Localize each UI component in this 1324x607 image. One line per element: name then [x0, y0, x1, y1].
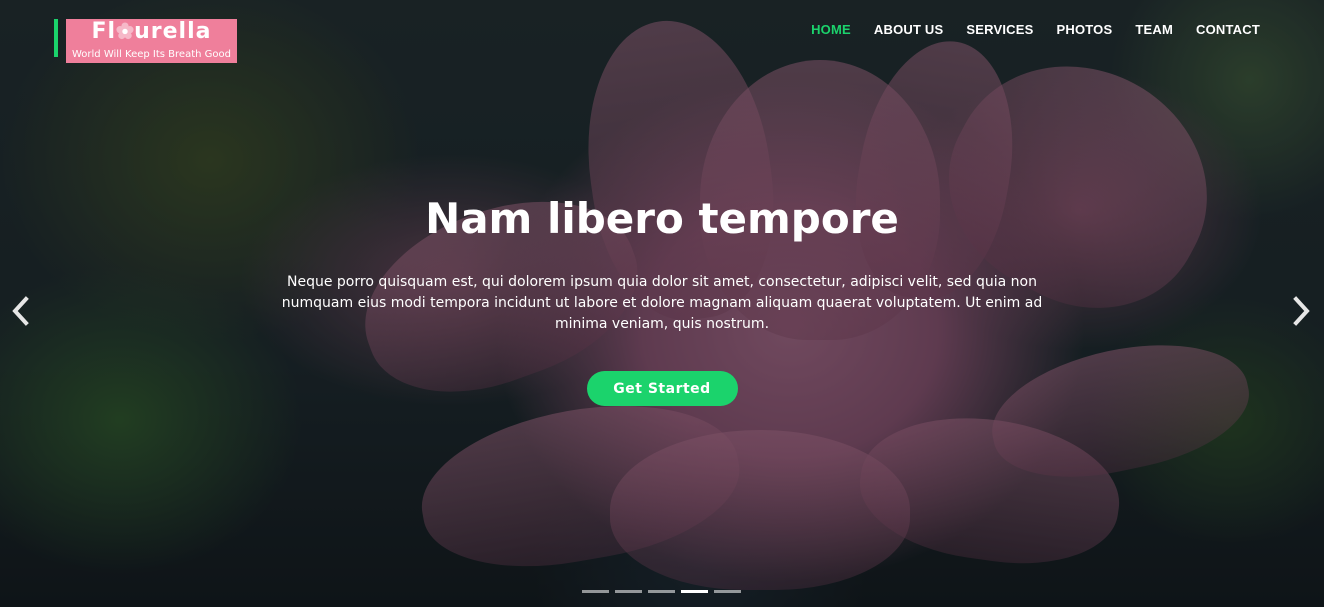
nav-item-photos[interactable]: PHOTOS: [1057, 22, 1113, 37]
nav-item-services[interactable]: SERVICES: [966, 22, 1033, 37]
chevron-right-icon: [1293, 296, 1310, 326]
nav-item-team[interactable]: TEAM: [1135, 22, 1173, 37]
carousel-prev-button[interactable]: [6, 294, 36, 328]
nav-item-about-us[interactable]: ABOUT US: [874, 22, 944, 37]
main-nav: HOME ABOUT US SERVICES PHOTOS TEAM CONTA…: [811, 22, 1260, 37]
carousel-indicator-3[interactable]: [648, 590, 675, 593]
carousel-indicator-2[interactable]: [615, 590, 642, 593]
logo-accent-bar: [54, 19, 58, 57]
site-header: Fl urella World Will Keep Its Breath Goo…: [0, 0, 1324, 70]
carousel-indicator-1[interactable]: [582, 590, 609, 593]
nav-item-home[interactable]: HOME: [811, 22, 851, 37]
get-started-button[interactable]: Get Started: [586, 371, 738, 406]
brand-logo[interactable]: Fl urella World Will Keep Its Breath Goo…: [66, 19, 237, 63]
hero-carousel: Fl urella World Will Keep Its Breath Goo…: [0, 0, 1324, 607]
hero-paragraph: Neque porro quisquam est, qui dolorem ip…: [281, 274, 1043, 332]
flower-icon: [116, 22, 134, 40]
chevron-left-icon: [12, 296, 29, 326]
nav-item-contact[interactable]: CONTACT: [1196, 22, 1260, 37]
hero-headline: Nam libero tempore: [425, 194, 899, 243]
carousel-indicators: [582, 590, 741, 593]
hero-content: Nam libero tempore Neque porro quisquam …: [0, 190, 1324, 406]
logo-tagline: World Will Keep Its Breath Good: [72, 49, 231, 60]
carousel-next-button[interactable]: [1286, 294, 1316, 328]
carousel-indicator-5[interactable]: [714, 590, 741, 593]
logo-title: Fl urella: [91, 19, 212, 44]
carousel-indicator-4[interactable]: [681, 590, 708, 593]
